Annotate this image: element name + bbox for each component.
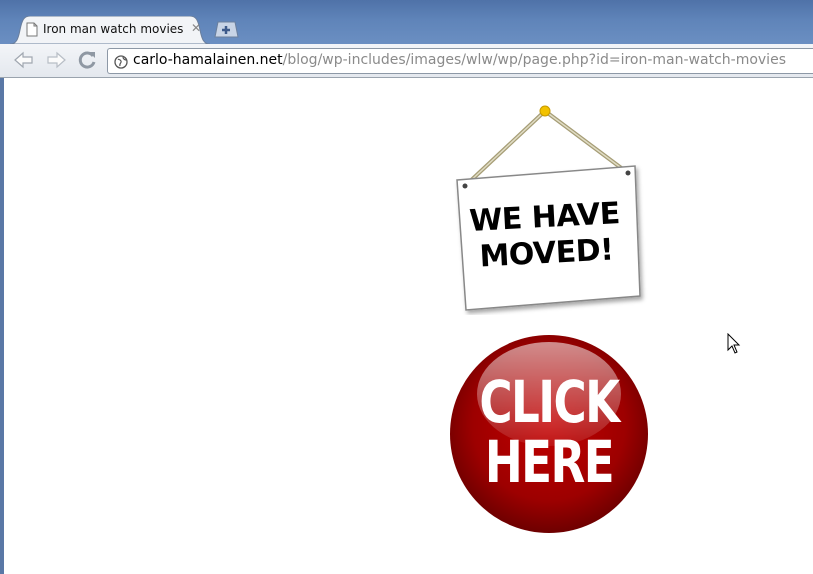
globe-icon: [114, 54, 128, 69]
reload-icon: [78, 51, 96, 69]
new-tab-button[interactable]: [213, 20, 239, 38]
browser-tab[interactable]: Iron man watch movies ✕: [10, 16, 210, 44]
tab-title: Iron man watch movies: [43, 22, 184, 36]
browser-toolbar: carlo-hamalainen.net/blog/wp-includes/im…: [0, 44, 813, 78]
url-host: carlo-hamalainen.net: [133, 52, 283, 68]
moved-sign: WE HAVE MOVED!: [450, 100, 650, 315]
forward-arrow-icon: [47, 51, 66, 69]
url-text: carlo-hamalainen.net/blog/wp-includes/im…: [133, 52, 786, 68]
mouse-cursor-icon: [727, 332, 741, 355]
back-button[interactable]: [12, 49, 34, 71]
address-bar[interactable]: carlo-hamalainen.net/blog/wp-includes/im…: [107, 48, 813, 74]
sign-text: WE HAVE MOVED!: [456, 195, 635, 276]
forward-button[interactable]: [44, 49, 66, 71]
back-arrow-icon: [14, 51, 33, 69]
close-icon[interactable]: ✕: [191, 21, 201, 35]
browser-titlebar: Iron man watch movies ✕: [0, 0, 813, 44]
click-here-button[interactable]: CLICK HERE: [449, 334, 649, 534]
page-content: [0, 78, 813, 574]
button-line-1: CLICK: [479, 368, 620, 436]
url-path: /blog/wp-includes/images/wlw/wp/page.php…: [282, 52, 786, 68]
button-line-2: HERE: [484, 428, 615, 496]
page-icon: [26, 22, 38, 37]
reload-button[interactable]: [76, 49, 98, 71]
